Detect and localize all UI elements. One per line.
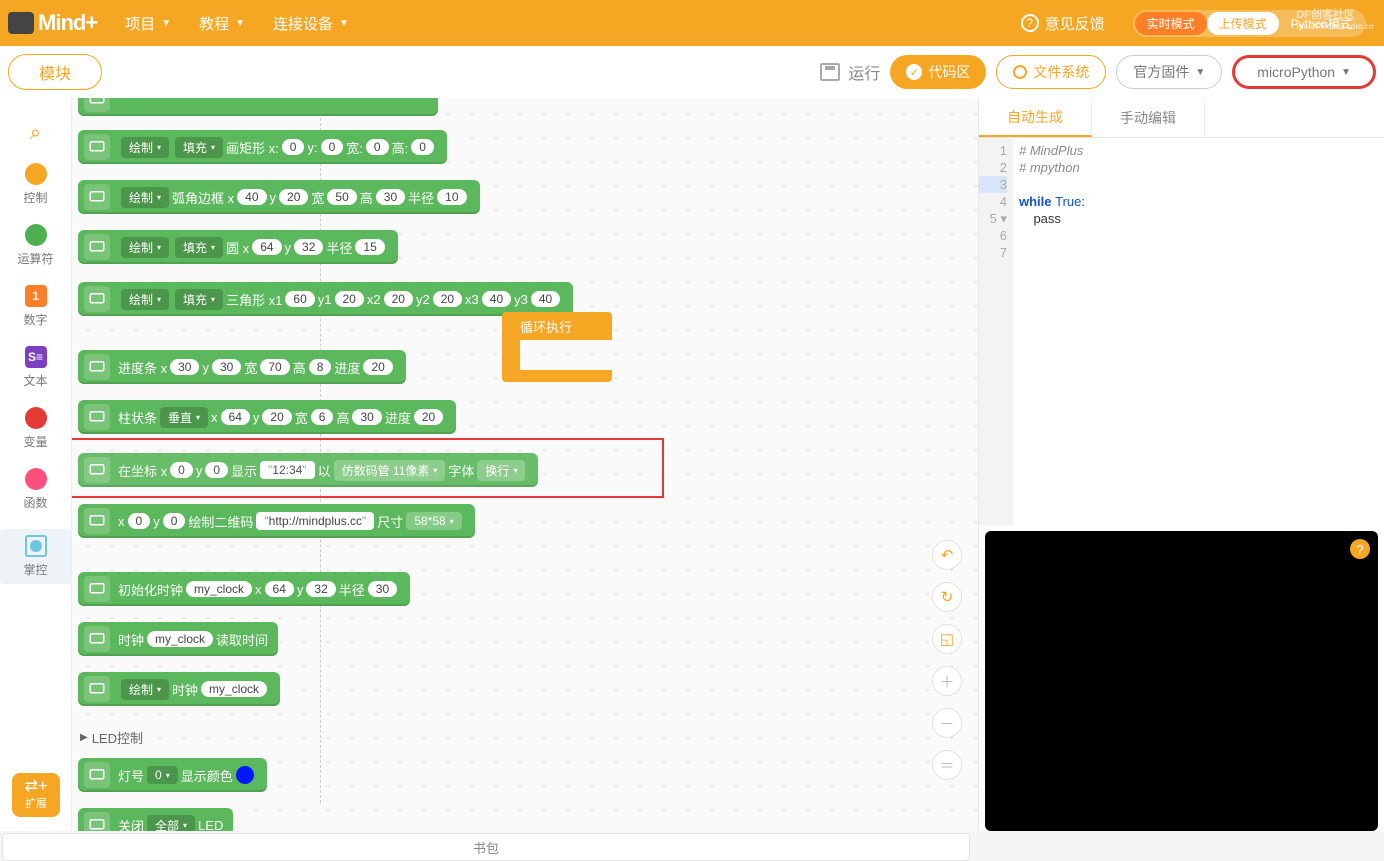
- file-system-toggle[interactable]: 文件系统: [996, 55, 1106, 89]
- display-icon: [84, 508, 110, 534]
- save-icon: [820, 63, 840, 81]
- mode-realtime[interactable]: 实时模式: [1135, 12, 1207, 35]
- code-tabs: 自动生成 手动编辑: [979, 98, 1384, 138]
- cat-board[interactable]: 掌控: [0, 529, 71, 584]
- block-triangle[interactable]: 绘制▾ 填充▾ 三角形 x160 y120 x220 y220 x340 y34…: [78, 282, 573, 316]
- tab-auto-generate[interactable]: 自动生成: [979, 98, 1092, 137]
- block-bar[interactable]: 柱状条 垂直▾ x64 y20 宽6 高30 进度20: [78, 400, 456, 434]
- toolbar: 模块 运行 ✓代码区 文件系统 官方固件▼ microPython▼: [0, 46, 1384, 98]
- display-icon: [84, 676, 110, 702]
- code-panel: 自动生成 手动编辑 12345 ▾67 # MindPlus # mpython…: [978, 98, 1384, 831]
- display-icon: [84, 762, 110, 788]
- block-partial-top[interactable]: [78, 98, 438, 116]
- menu-tutorial[interactable]: 教程▼: [185, 0, 259, 46]
- backpack-bar[interactable]: 书包: [2, 833, 970, 861]
- menu-connect[interactable]: 连接设备▼: [259, 0, 363, 46]
- zoom-in-button[interactable]: ＋: [932, 666, 962, 696]
- block-qr[interactable]: x0 y0 绘制二维码 "http://mindplus.cc" 尺寸 58*5…: [78, 504, 475, 538]
- display-icon: [84, 812, 110, 831]
- circle-icon: [1013, 65, 1027, 79]
- menu-project[interactable]: 项目▼: [111, 0, 185, 46]
- tab-manual-edit[interactable]: 手动编辑: [1092, 98, 1205, 137]
- redo-button[interactable]: ↻: [932, 582, 962, 612]
- color-swatch[interactable]: [236, 766, 254, 784]
- caret-down-icon: ▼: [161, 18, 171, 29]
- extensions-button[interactable]: ⇄+扩展: [12, 773, 60, 817]
- cat-control[interactable]: 控制: [0, 163, 71, 206]
- app-logo: Mind+: [8, 10, 97, 36]
- display-icon: [84, 576, 110, 602]
- search-button[interactable]: ⌕: [0, 122, 71, 145]
- cat-number[interactable]: 1数字: [0, 285, 71, 328]
- blocks-button[interactable]: 模块: [8, 54, 102, 90]
- logo-icon: [8, 12, 34, 34]
- block-clock-read[interactable]: 时钟my_clock 读取时间: [78, 622, 278, 656]
- block-led-color[interactable]: 灯号 0▾ 显示颜色: [78, 758, 267, 792]
- zoom-out-button[interactable]: －: [932, 708, 962, 738]
- zoom-reset-button[interactable]: ＝: [932, 750, 962, 780]
- help-button[interactable]: ?: [1350, 539, 1370, 559]
- dd-fill: 填充▾: [175, 137, 223, 158]
- category-column: ⌕ 控制 运算符 1数字 S≡文本 变量 函数 掌控 ⇄+扩展: [0, 98, 72, 831]
- display-icon: [84, 626, 110, 652]
- language-dropdown[interactable]: microPython▼: [1232, 55, 1376, 89]
- block-draw-clock[interactable]: 绘制▾ 时钟my_clock: [78, 672, 280, 706]
- led-section-header[interactable]: ▶LED控制: [80, 728, 143, 747]
- caret-down-icon: ▼: [235, 18, 245, 29]
- question-icon: ?: [1021, 14, 1039, 32]
- display-icon: [84, 286, 110, 312]
- display-icon: [84, 457, 110, 483]
- watermark: DF创客社区mc.DFRobot.com.cn: [1296, 6, 1374, 31]
- cat-text[interactable]: S≡文本: [0, 346, 71, 389]
- cat-functions[interactable]: 函数: [0, 468, 71, 511]
- feedback-button[interactable]: ? 意见反馈: [1003, 13, 1123, 34]
- display-icon: [84, 234, 110, 260]
- caret-down-icon: ▼: [339, 18, 349, 29]
- block-display-text[interactable]: 在坐标 x0 y0 显示 "12:34" 以 仿数码管 11像素▾ 字体 换行▾: [78, 453, 538, 487]
- caret-down-icon: ▼: [1195, 67, 1205, 78]
- block-draw-rect[interactable]: 绘制▾ 填充▾ 画矩形 x:0 y:0 宽:0 高:0: [78, 130, 447, 164]
- display-icon: [84, 404, 110, 430]
- block-led-off[interactable]: 关闭 全部▾ LED: [78, 808, 233, 831]
- dd-draw: 绘制▾: [121, 137, 169, 158]
- check-icon: ✓: [906, 64, 922, 80]
- display-icon: [84, 134, 110, 160]
- block-loop[interactable]: 循环执行: [502, 312, 612, 382]
- undo-button[interactable]: ↶: [932, 540, 962, 570]
- logo-text: Mind+: [38, 10, 97, 36]
- mode-upload[interactable]: 上传模式: [1207, 12, 1279, 35]
- code-editor[interactable]: 12345 ▾67 # MindPlus # mpython while Tru…: [979, 138, 1384, 525]
- search-icon: ⌕: [0, 122, 71, 145]
- block-progress[interactable]: 进度条 x30 y30 宽70 高8 进度20: [78, 350, 406, 384]
- cat-operators[interactable]: 运算符: [0, 224, 71, 267]
- caret-down-icon: ▼: [1341, 67, 1351, 78]
- block-canvas[interactable]: 绘制▾ 填充▾ 画矩形 x:0 y:0 宽:0 高:0 绘制▾ 弧角边框 x40…: [72, 98, 978, 831]
- menu-bar: Mind+ 项目▼ 教程▼ 连接设备▼ ? 意见反馈 实时模式 上传模式 Pyt…: [0, 0, 1384, 46]
- crop-button[interactable]: ◱: [932, 624, 962, 654]
- cat-variables[interactable]: 变量: [0, 407, 71, 450]
- terminal[interactable]: ?: [985, 531, 1378, 831]
- display-icon: [84, 98, 110, 112]
- block-init-clock[interactable]: 初始化时钟my_clock x64 y32 半径30: [78, 572, 410, 606]
- block-circle[interactable]: 绘制▾ 填充▾ 圆 x64 y32 半径15: [78, 230, 398, 264]
- firmware-dropdown[interactable]: 官方固件▼: [1116, 55, 1222, 89]
- chip-icon: [25, 535, 47, 557]
- expand-icon: ▶: [80, 732, 88, 743]
- block-round-rect[interactable]: 绘制▾ 弧角边框 x40 y20 宽50 高30 半径10: [78, 180, 480, 214]
- code-area-toggle[interactable]: ✓代码区: [890, 55, 986, 89]
- display-icon: [84, 184, 110, 210]
- run-button[interactable]: 运行: [820, 60, 880, 84]
- display-icon: [84, 354, 110, 380]
- canvas-tools: ↶ ↻ ◱ ＋ － ＝: [932, 540, 962, 780]
- plus-icon: ⇄+: [25, 779, 48, 795]
